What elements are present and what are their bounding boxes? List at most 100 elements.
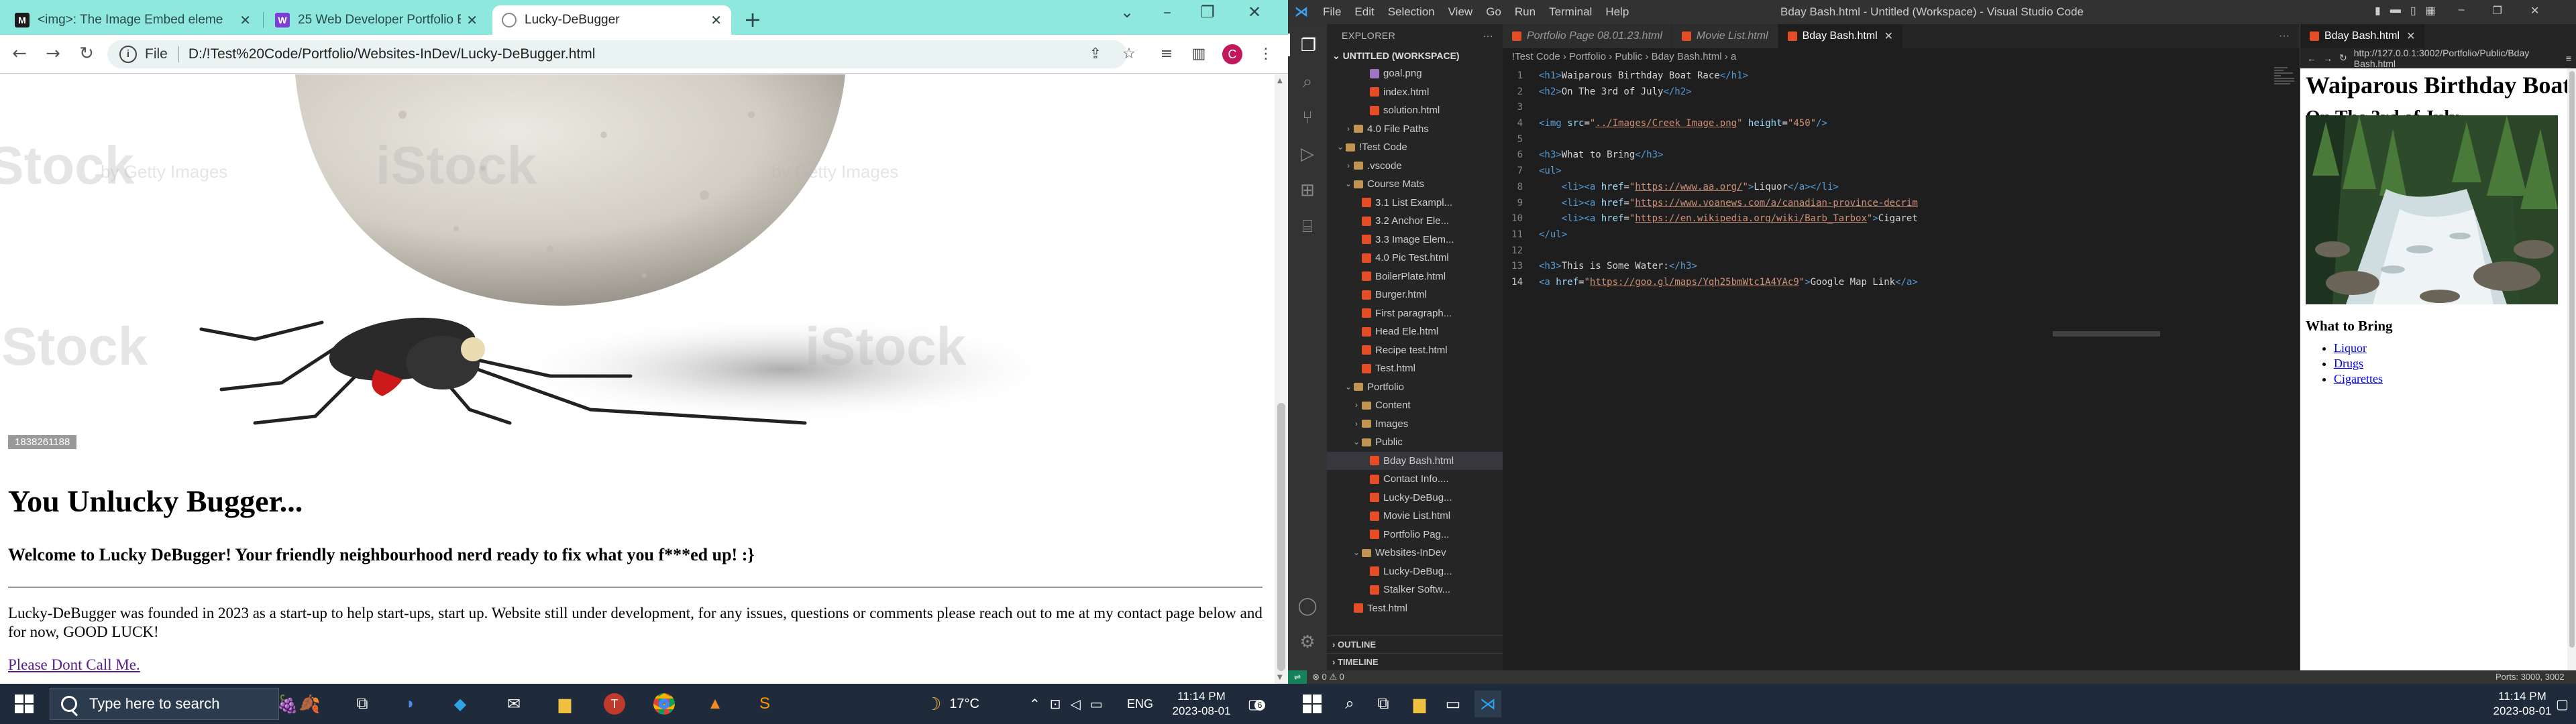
file-explorer-icon[interactable]: ▆ bbox=[1406, 690, 1433, 717]
taskbar-clock[interactable]: 11:14 PM 2023-08-01 bbox=[2489, 689, 2556, 719]
browser-tab-lucky-debugger[interactable]: Lucky-DeBugger ✕ bbox=[492, 5, 731, 35]
back-icon[interactable]: ← bbox=[2307, 53, 2316, 64]
side-panel-icon[interactable]: ▥ bbox=[1187, 43, 1210, 66]
problems-indicator[interactable]: ⊗ 0 ⚠ 0 bbox=[1312, 672, 1344, 682]
tree-item[interactable]: ⌄ Portfolio bbox=[1327, 378, 1503, 397]
menu-terminal[interactable]: Terminal bbox=[1549, 5, 1592, 19]
preview-scrollbar[interactable] bbox=[2567, 68, 2576, 695]
bookmark-star-icon[interactable]: ☆ bbox=[1118, 43, 1140, 66]
page-scrollbar[interactable]: ▲ ▼ bbox=[1275, 74, 1288, 684]
tree-item[interactable]: Test.html bbox=[1327, 599, 1503, 618]
search-icon[interactable]: ⌕ bbox=[1296, 70, 1319, 93]
taskbar-search[interactable]: Type here to search bbox=[50, 688, 279, 720]
new-tab-button[interactable]: + bbox=[739, 7, 766, 34]
toggle-panel-icon[interactable]: ▬ bbox=[2390, 4, 2401, 17]
task-view-icon[interactable]: ⧉ bbox=[1370, 690, 1397, 717]
minimize-button[interactable]: – bbox=[2459, 4, 2465, 17]
tree-item[interactable]: 3.2 Anchor Ele... bbox=[1327, 212, 1503, 231]
preview-url[interactable]: http://127.0.0.1:3002/Portfolio/Public/B… bbox=[2354, 48, 2566, 69]
back-button[interactable]: ← bbox=[8, 43, 31, 66]
display-icon[interactable]: ▭ bbox=[1090, 696, 1103, 713]
tree-item[interactable]: Contact Info.... bbox=[1327, 470, 1503, 489]
tree-item[interactable]: First paragraph... bbox=[1327, 304, 1503, 323]
explorer-icon[interactable]: ❐ bbox=[1288, 34, 1327, 56]
tree-item[interactable]: Burger.html bbox=[1327, 286, 1503, 304]
tab-close-icon[interactable]: ✕ bbox=[710, 12, 722, 29]
tree-item[interactable]: Head Ele.html bbox=[1327, 322, 1503, 341]
minimize-button[interactable]: – bbox=[1147, 3, 1187, 21]
tree-item[interactable]: › Images bbox=[1327, 415, 1503, 434]
tree-item[interactable]: index.html bbox=[1327, 83, 1503, 102]
more-actions-icon[interactable]: ··· bbox=[1483, 24, 1494, 47]
vscode-taskbar-icon[interactable]: ◆ bbox=[447, 690, 474, 717]
scroll-thumb[interactable] bbox=[2569, 71, 2575, 648]
tree-item[interactable]: BoilerPlate.html bbox=[1327, 267, 1503, 286]
preview-tab[interactable]: Bday Bash.html ✕ bbox=[2300, 24, 2426, 48]
tree-item[interactable]: Test.html bbox=[1327, 359, 1503, 378]
system-tray[interactable]: ⌃ ⊡ ◁ ▭ bbox=[1029, 684, 1103, 724]
browser-tab-portfolio-examples[interactable]: W 25 Web Developer Portfolio Exam ✕ bbox=[266, 5, 487, 35]
menu-file[interactable]: File bbox=[1323, 5, 1341, 19]
editor-more-actions-icon[interactable]: ··· bbox=[2269, 24, 2300, 48]
tree-item[interactable]: ⌄ Websites-InDev bbox=[1327, 544, 1503, 562]
forward-button[interactable]: → bbox=[42, 43, 64, 66]
editor-tab-portfolio-page[interactable]: Portfolio Page 08.01.23.html bbox=[1503, 24, 1672, 48]
tree-item[interactable]: Stalker Softw... bbox=[1327, 581, 1503, 599]
address-bar[interactable]: i File D:/!Test%20Code/Portfolio/Website… bbox=[107, 40, 1127, 68]
ports-indicator[interactable]: Ports: 3000, 3002 bbox=[2496, 672, 2565, 682]
network-icon[interactable]: ⊡ bbox=[1050, 696, 1061, 713]
menu-selection[interactable]: Selection bbox=[1388, 5, 1435, 19]
preview-menu-icon[interactable]: ≡ bbox=[2566, 53, 2571, 64]
tree-item[interactable]: 3.1 List Exampl... bbox=[1327, 194, 1503, 213]
editor-horizontal-scrollbar[interactable] bbox=[2053, 331, 2160, 337]
app-icon[interactable]: ◗ bbox=[397, 690, 424, 717]
close-window-button[interactable]: ✕ bbox=[1234, 3, 1275, 21]
app-t-icon[interactable]: T bbox=[601, 690, 628, 717]
vscode-taskbar-icon[interactable]: ⋊ bbox=[1474, 690, 1501, 717]
tab-close-icon[interactable]: ✕ bbox=[466, 12, 478, 29]
toggle-secondary-sidebar-icon[interactable]: ▯ bbox=[2410, 4, 2416, 17]
forward-icon[interactable]: → bbox=[2323, 53, 2332, 64]
media-queue-icon[interactable]: ≡ bbox=[1155, 43, 1178, 66]
menu-edit[interactable]: Edit bbox=[1354, 5, 1374, 19]
tree-item[interactable]: › .vscode bbox=[1327, 157, 1503, 176]
windows-start-icon[interactable] bbox=[15, 695, 34, 713]
tab-close-icon[interactable]: ✕ bbox=[239, 12, 251, 29]
menu-view[interactable]: View bbox=[1448, 5, 1473, 19]
contact-link[interactable]: Please Dont Call Me. bbox=[8, 656, 140, 674]
restore-button[interactable]: ❐ bbox=[2493, 4, 2502, 17]
liquor-link[interactable]: Liquor bbox=[2334, 341, 2367, 355]
tree-item[interactable]: Lucky-DeBug... bbox=[1327, 489, 1503, 507]
drugs-link[interactable]: Drugs bbox=[2334, 357, 2363, 370]
tree-item[interactable]: Movie List.html bbox=[1327, 507, 1503, 526]
task-view-icon[interactable]: ⧉ bbox=[349, 690, 376, 717]
editor-tab-bday-bash[interactable]: Bday Bash.html ✕ bbox=[1778, 24, 1904, 48]
chrome-taskbar-icon[interactable] bbox=[651, 690, 678, 717]
extensions-icon[interactable]: ⊞ bbox=[1296, 178, 1319, 201]
toggle-primary-sidebar-icon[interactable]: ▮ bbox=[2375, 4, 2381, 17]
close-tab-icon[interactable]: ✕ bbox=[1884, 29, 1893, 43]
app-icon[interactable]: ▭ bbox=[1440, 690, 1466, 717]
menu-go[interactable]: Go bbox=[1486, 5, 1501, 19]
tree-item[interactable]: 3.3 Image Elem... bbox=[1327, 231, 1503, 249]
remote-explorer-icon[interactable]: ⌸ bbox=[1296, 215, 1319, 237]
sublime-text-icon[interactable]: S bbox=[751, 690, 778, 717]
close-tab-icon[interactable]: ✕ bbox=[2406, 29, 2415, 43]
windows-start-icon[interactable] bbox=[1303, 695, 1322, 713]
customize-layout-icon[interactable]: ▦ bbox=[2426, 4, 2436, 17]
tree-item[interactable]: goal.png bbox=[1327, 64, 1503, 83]
share-icon[interactable]: ⇪ bbox=[1084, 43, 1107, 66]
tree-item[interactable]: Portfolio Pag... bbox=[1327, 526, 1503, 544]
speaker-icon[interactable]: ◁ bbox=[1071, 696, 1081, 713]
close-window-button[interactable]: ✕ bbox=[2530, 4, 2539, 17]
scroll-thumb[interactable] bbox=[1277, 403, 1285, 671]
scroll-down-icon[interactable]: ▼ bbox=[1277, 674, 1283, 681]
tree-item[interactable]: ⌄ Course Mats bbox=[1327, 175, 1503, 194]
source-control-icon[interactable]: ⑂ bbox=[1296, 106, 1319, 129]
timeline-section[interactable]: › TIMELINE bbox=[1327, 653, 1503, 670]
info-icon[interactable]: i bbox=[119, 46, 137, 63]
profile-avatar[interactable]: C bbox=[1222, 44, 1242, 64]
chrome-menu-icon[interactable]: ⋮ bbox=[1254, 43, 1277, 66]
menu-run[interactable]: Run bbox=[1515, 5, 1536, 19]
tree-item[interactable]: ⌄ Public bbox=[1327, 433, 1503, 452]
